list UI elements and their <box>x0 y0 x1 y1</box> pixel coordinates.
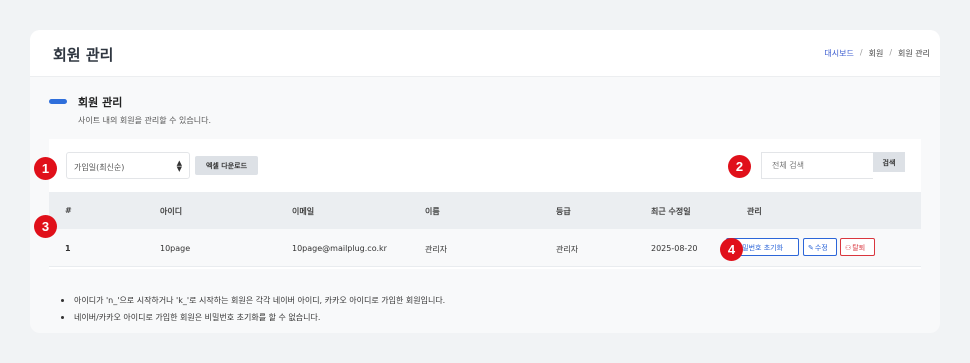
column-header-updated: 최근 수정일 <box>651 207 691 216</box>
table-row: 1 10page 10page@mailplug.co.kr 관리자 관리자 2… <box>49 229 921 267</box>
row-email: 10page@mailplug.co.kr <box>292 244 387 253</box>
breadcrumb-members[interactable]: 회원 <box>869 48 884 59</box>
breadcrumb: 대시보드 / 회원 / 회원 관리 <box>824 48 930 59</box>
breadcrumb-dashboard[interactable]: 대시보드 <box>824 48 853 59</box>
row-member-id: 10page <box>160 244 191 253</box>
breadcrumb-current: 회원 관리 <box>898 49 930 58</box>
note-item: 아이디가 'n_'으로 시작하거나 'k_'로 시작하는 회원은 각각 네이버 … <box>60 292 445 309</box>
excel-download-button[interactable]: 엑셀 다운로드 <box>195 156 258 175</box>
annotation-marker-4: 4 <box>720 238 743 261</box>
user-minus-icon: ⚇ <box>845 244 852 252</box>
note-item: 네이버/카카오 아이디로 가입한 회원은 비밀번호 초기화를 할 수 없습니다. <box>60 309 445 326</box>
table-header: # 아이디 이메일 이름 등급 최근 수정일 관리 <box>49 192 921 229</box>
row-updated-date: 2025-08-20 <box>651 244 698 253</box>
edit-member-label: 수정 <box>814 244 828 252</box>
column-header-number: # <box>65 206 72 215</box>
page-title: 회원 관리 <box>53 46 114 64</box>
sort-select-value: 가입일(최신순) <box>74 163 125 172</box>
edit-member-button[interactable]: ✎수정 <box>803 238 837 256</box>
row-grade: 관리자 <box>556 245 579 254</box>
column-header-email: 이메일 <box>292 207 315 216</box>
section-accent-bar <box>49 99 67 104</box>
notes-list: 아이디가 'n_'으로 시작하거나 'k_'로 시작하는 회원은 각각 네이버 … <box>60 292 445 326</box>
sort-arrows-icon: ▲ ▼ <box>176 159 182 173</box>
row-name: 관리자 <box>425 245 448 254</box>
column-header-id: 아이디 <box>160 207 183 216</box>
search-button[interactable]: 검색 <box>873 152 905 172</box>
withdraw-member-button[interactable]: ⚇탈퇴 <box>840 238 875 256</box>
section-description: 사이트 내의 회원을 관리할 수 있습니다. <box>78 116 212 125</box>
column-header-actions: 관리 <box>747 207 762 216</box>
column-header-name: 이름 <box>425 207 440 216</box>
page-header: 회원 관리 대시보드 / 회원 / 회원 관리 <box>30 30 940 77</box>
annotation-marker-1: 1 <box>34 157 57 180</box>
member-table-card: 가입일(최신순) ▲▼ 엑셀 다운로드 검색 # 아이디 이메일 이름 등급 최… <box>49 139 921 269</box>
column-header-grade: 등급 <box>556 207 571 216</box>
breadcrumb-separator: / <box>859 48 863 57</box>
member-management-panel: 회원 관리 대시보드 / 회원 / 회원 관리 회원 관리 사이트 내의 회원을… <box>30 30 940 333</box>
row-number: 1 <box>65 244 71 253</box>
withdraw-member-label: 탈퇴 <box>852 244 866 252</box>
search-input[interactable] <box>761 152 873 179</box>
sort-select[interactable]: 가입일(최신순) ▲ ▼ <box>66 152 190 179</box>
section-title: 회원 관리 <box>78 96 123 109</box>
annotation-marker-3: 3 <box>34 215 57 238</box>
breadcrumb-separator: / <box>889 48 893 57</box>
pencil-icon: ✎ <box>808 244 814 252</box>
annotation-marker-2: 2 <box>728 155 751 178</box>
